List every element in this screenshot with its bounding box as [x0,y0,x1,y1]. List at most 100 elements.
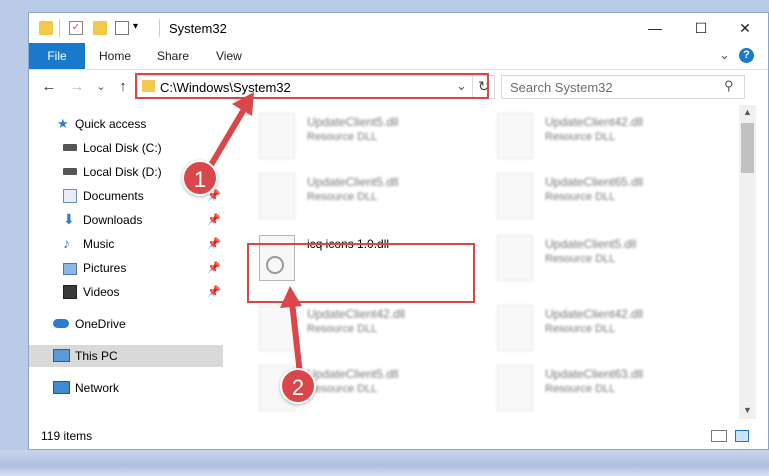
list-item[interactable]: UpdateClient42.dll Resource DLL [485,109,711,165]
sidebar-item-downloads[interactable]: ⬇ Downloads 📌 [29,209,223,231]
file-type: Resource DLL [307,191,378,203]
music-icon: ♪ [63,235,70,251]
desktop-background [0,450,769,476]
file-name: UpdateClient42.dll [545,307,644,321]
title-bar: ✓ ▾ System32 — ☐ ✕ [29,13,768,43]
search-input[interactable]: Search System32 [510,80,613,95]
computer-icon [53,349,70,362]
tab-share[interactable]: Share [157,43,189,69]
pin-icon[interactable]: 📌 [207,261,221,274]
download-icon: ⬇ [63,211,75,227]
window-title: System32 [169,21,227,36]
documents-icon [63,189,77,203]
close-button[interactable]: ✕ [722,13,768,43]
recent-locations-button[interactable]: ⌄ [91,77,111,97]
file-type: Resource DLL [545,383,616,395]
dropdown-arrow-icon[interactable]: ▾ [133,21,138,32]
new-folder-icon[interactable] [93,21,107,35]
file-type: Resource DLL [545,131,616,143]
file-name: UpdateClient5.dll [307,367,399,381]
pin-icon[interactable]: 📌 [207,213,221,226]
tab-home[interactable]: Home [99,43,131,69]
scroll-down-icon[interactable]: ▼ [743,405,752,415]
step-1-badge: 1 [182,160,218,196]
file-name: UpdateClient5.dll [307,115,399,129]
help-icon[interactable]: ? [739,48,754,63]
file-name: UpdateClient42.dll [307,307,406,321]
up-button[interactable]: ↑ [113,77,133,97]
pictures-icon [63,263,77,275]
sidebar-item-label: OneDrive [75,317,126,331]
sidebar-item-label: Quick access [75,117,147,131]
list-item[interactable]: UpdateClient5.dll Resource DLL [247,169,473,225]
step-2-badge: 2 [280,368,316,404]
file-type: Resource DLL [545,253,616,265]
sidebar-item-label: Network [75,381,120,395]
file-name: UpdateClient63.dll [545,367,644,381]
customize-toolbar-icon[interactable] [115,21,129,35]
status-bar: 119 items [29,421,768,449]
file-type: Resource DLL [545,191,616,203]
file-name: UpdateClient5.dll [545,237,637,251]
large-icons-view-icon[interactable] [735,430,749,442]
file-highlight-box [247,243,475,303]
properties-icon[interactable]: ✓ [69,21,83,35]
sidebar-item-label: Videos [83,285,120,299]
search-icon[interactable]: ⚲ [724,78,734,94]
file-name: UpdateClient65.dll [545,175,644,189]
file-type: Resource DLL [307,323,378,335]
sidebar-item-local-disk-c[interactable]: Local Disk (C:) [29,137,223,159]
drive-icon [63,144,77,151]
dll-file-icon [497,235,533,281]
dll-file-icon [497,173,533,219]
sidebar-item-label: This PC [75,349,118,363]
list-item[interactable]: UpdateClient42.dll Resource DLL [485,301,711,357]
cloud-icon [53,319,69,328]
videos-icon [63,285,77,299]
sidebar-item-network[interactable]: Network [29,377,223,399]
list-item[interactable]: UpdateClient5.dll Resource DLL [247,109,473,165]
navigation-pane: ★ Quick access Local Disk (C:) Local Dis… [29,105,223,419]
scrollbar-thumb[interactable] [741,123,754,173]
dll-file-icon [259,113,295,159]
list-item[interactable]: UpdateClient42.dll Resource DLL [247,301,473,357]
file-name: UpdateClient5.dll [307,175,399,189]
vertical-scrollbar[interactable]: ▲ ▼ [739,105,756,419]
drive-icon [63,168,77,175]
navigation-bar: ← → ⌄ ↑ C:\Windows\System32 ⌄ ↻ Search S… [29,71,768,103]
folder-icon [39,21,53,35]
ribbon-expand-icon[interactable]: ⌄ [719,47,730,63]
pin-icon[interactable]: 📌 [207,285,221,298]
dll-file-icon [497,305,533,351]
file-type: Resource DLL [307,131,378,143]
details-view-icon[interactable] [711,430,727,442]
list-item[interactable]: UpdateClient65.dll Resource DLL [485,169,711,225]
address-highlight-box [135,73,489,99]
ribbon-tabs: File Home Share View ⌄ ? [29,43,768,70]
divider [59,19,60,37]
sidebar-item-quick-access[interactable]: ★ Quick access [29,113,223,135]
list-item[interactable]: UpdateClient5.dll Resource DLL [485,231,711,287]
sidebar-item-videos[interactable]: Videos 📌 [29,281,223,303]
sidebar-item-label: Local Disk (D:) [83,165,162,179]
pin-icon[interactable]: 📌 [207,237,221,250]
forward-button[interactable]: → [67,77,87,97]
tab-view[interactable]: View [216,43,242,69]
sidebar-item-pictures[interactable]: Pictures 📌 [29,257,223,279]
sidebar-item-label: Documents [83,189,144,203]
tab-file[interactable]: File [29,43,85,69]
sidebar-item-this-pc[interactable]: This PC [29,345,223,367]
maximize-button[interactable]: ☐ [678,13,724,43]
sidebar-item-label: Pictures [83,261,127,275]
scroll-up-icon[interactable]: ▲ [743,107,752,117]
minimize-button[interactable]: — [632,13,678,43]
sidebar-item-onedrive[interactable]: OneDrive [29,313,223,335]
list-item[interactable]: UpdateClient63.dll Resource DLL [485,361,711,417]
sidebar-item-label: Local Disk (C:) [83,141,162,155]
sidebar-item-label: Downloads [83,213,143,227]
search-box[interactable]: Search System32 ⚲ [501,75,745,99]
sidebar-item-music[interactable]: ♪ Music 📌 [29,233,223,255]
file-name: UpdateClient42.dll [545,115,644,129]
back-button[interactable]: ← [39,77,59,97]
dll-file-icon [497,365,533,411]
